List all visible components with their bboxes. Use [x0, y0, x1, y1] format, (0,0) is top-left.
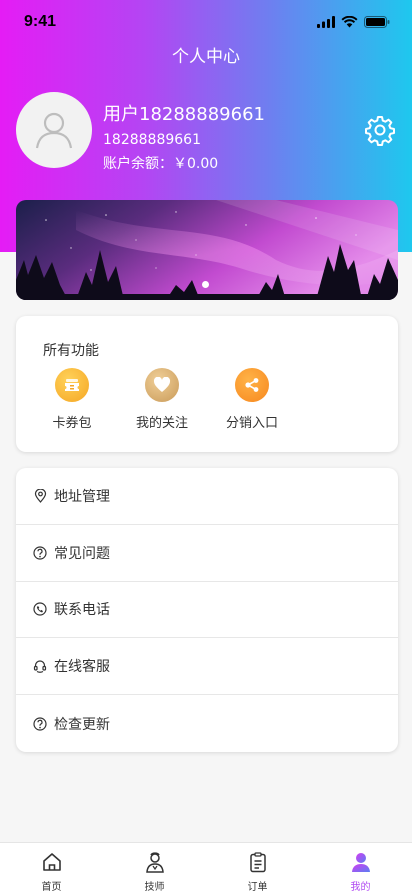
my-follows-label: 我的关注 — [135, 416, 188, 431]
headset-icon — [33, 659, 47, 674]
question-icon — [33, 716, 47, 731]
banner-carousel[interactable] — [16, 200, 398, 300]
phone-icon — [33, 602, 47, 617]
menu-item-online-service[interactable]: 在线客服 — [16, 638, 398, 696]
user-icon — [349, 850, 373, 874]
menu-item-contact-phone[interactable]: 联系电话 — [16, 582, 398, 639]
menu-label: 联系电话 — [54, 602, 110, 619]
user-avatar-icon — [35, 112, 73, 149]
functions-title: 所有功能 — [43, 343, 99, 359]
account-balance: 账户余额：￥0.00 — [103, 156, 219, 172]
location-pin-icon — [33, 488, 47, 503]
question-icon — [33, 546, 47, 560]
coupon-wallet-label: 卡券包 — [52, 416, 92, 431]
tab-label: 订单 — [247, 882, 268, 893]
share-icon — [235, 368, 269, 402]
ticket-icon — [55, 368, 89, 402]
tab-label: 技师 — [144, 882, 165, 893]
bottom-tab-bar: 首页 技师 订单 我的 — [0, 842, 412, 894]
signal-icon — [317, 16, 335, 28]
gear-icon[interactable] — [364, 114, 396, 146]
battery-icon — [364, 16, 390, 28]
distribution-entry-label: 分销入口 — [225, 416, 278, 431]
coupon-wallet-button[interactable]: 卡券包 — [34, 368, 110, 431]
tab-technician[interactable]: 技师 — [103, 843, 206, 894]
tab-label: 我的 — [350, 882, 371, 893]
menu-item-address[interactable]: 地址管理 — [16, 468, 398, 525]
distribution-entry-button[interactable]: 分销入口 — [214, 368, 290, 431]
carousel-indicator[interactable] — [202, 281, 209, 288]
menu-label: 常见问题 — [54, 545, 110, 562]
tab-mine[interactable]: 我的 — [309, 843, 412, 894]
wifi-icon — [341, 16, 358, 28]
tab-home[interactable]: 首页 — [0, 843, 103, 894]
menu-label: 检查更新 — [54, 716, 110, 733]
menu-item-faq[interactable]: 常见问题 — [16, 525, 398, 582]
menu-list: 地址管理 常见问题 联系电话 在线客服 检查更新 — [16, 468, 398, 752]
order-icon — [246, 850, 270, 874]
menu-item-check-update[interactable]: 检查更新 — [16, 695, 398, 752]
home-icon — [40, 850, 64, 874]
status-time: 9:41 — [24, 13, 57, 30]
username: 用户18288889661 — [103, 104, 265, 125]
heart-icon — [145, 368, 179, 402]
status-bar: 9:41 — [0, 0, 412, 44]
avatar[interactable] — [16, 92, 92, 168]
page-title: 个人中心 — [172, 47, 240, 67]
menu-label: 在线客服 — [54, 659, 110, 676]
tab-orders[interactable]: 订单 — [206, 843, 309, 894]
functions-card: 所有功能 卡券包 我的关注 分销入口 — [16, 316, 398, 452]
menu-label: 地址管理 — [54, 488, 110, 505]
phone-number: 18288889661 — [103, 132, 201, 148]
my-follows-button[interactable]: 我的关注 — [124, 368, 200, 431]
tab-label: 首页 — [41, 882, 62, 893]
technician-icon — [143, 850, 167, 874]
